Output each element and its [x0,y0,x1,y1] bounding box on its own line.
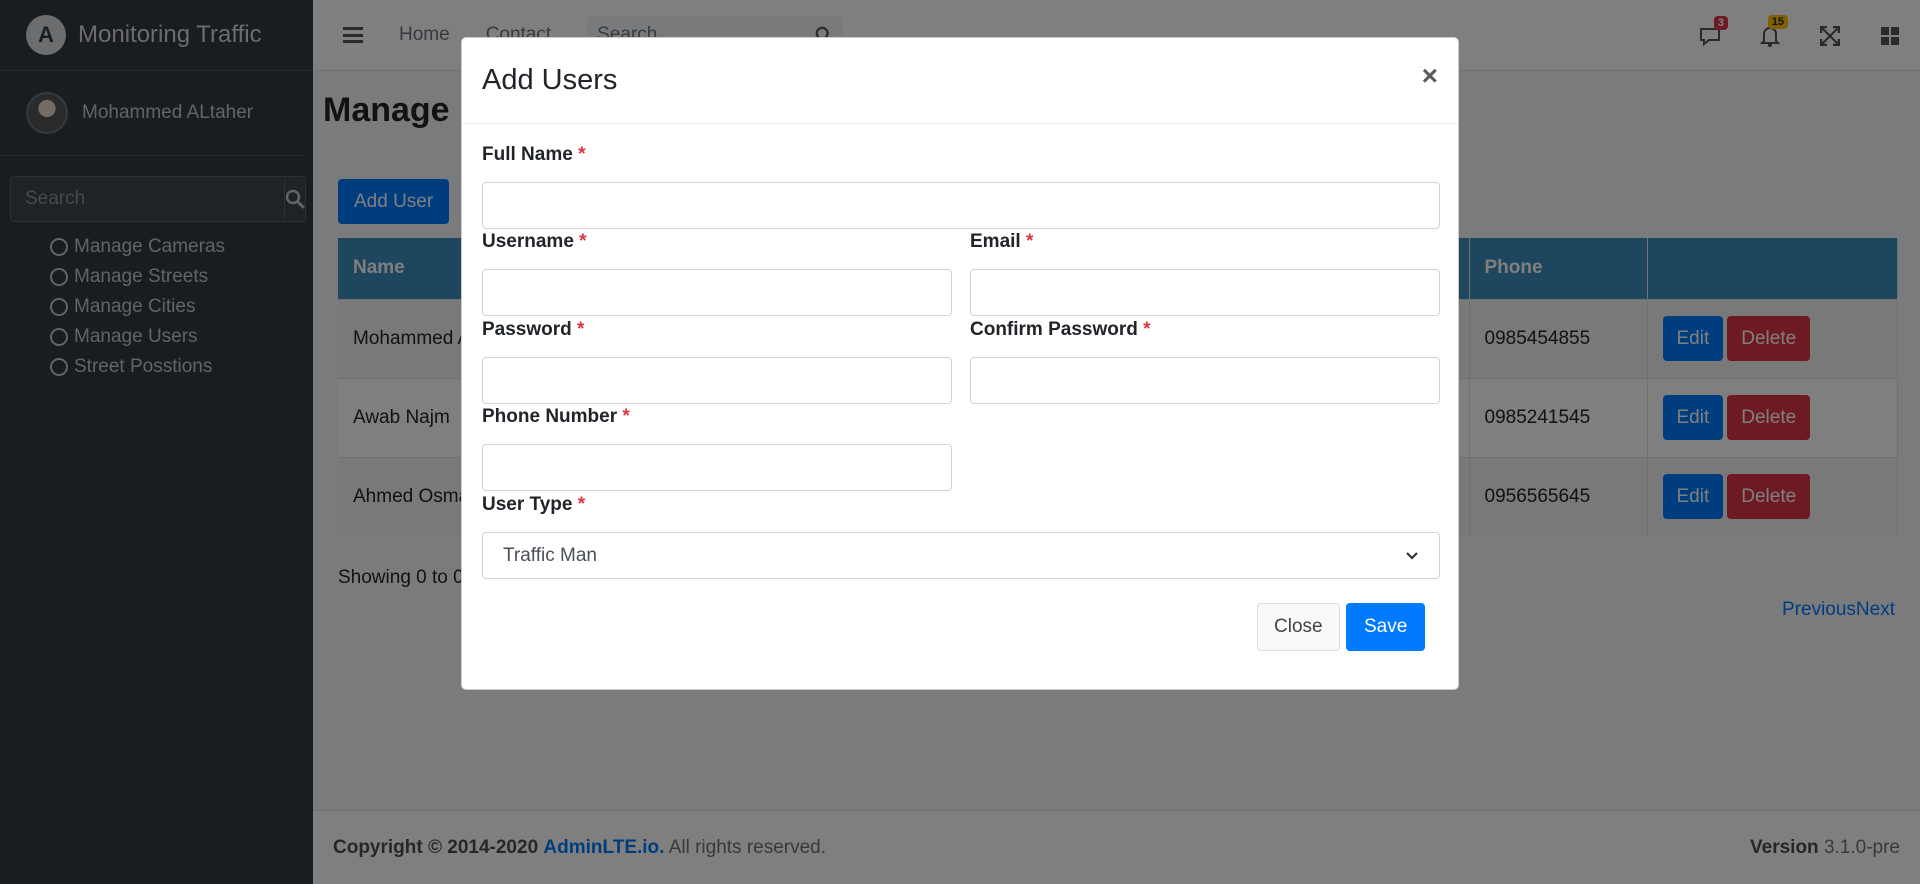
required-mark: * [1025,231,1034,252]
email-input[interactable] [970,269,1440,316]
phone-number-label: Phone Number * [482,406,630,427]
required-mark: * [577,494,586,515]
username-input[interactable] [482,269,952,316]
password-label: Password * [482,319,585,340]
modal-title: Add Users [482,64,618,96]
email-label: Email * [970,231,1034,252]
required-mark: * [578,144,586,165]
required-mark: * [579,231,587,252]
modal-header: Add Users × [462,38,1458,124]
save-button[interactable]: Save [1346,603,1426,651]
password-input[interactable] [482,357,952,404]
required-mark: * [577,319,585,340]
chevron-down-icon [1406,551,1418,560]
close-icon[interactable]: × [1422,60,1438,92]
phone-number-input[interactable] [482,444,952,491]
user-type-label: User Type * [482,494,586,515]
user-type-selected: Traffic Man [503,544,597,566]
full-name-label: Full Name * [482,144,586,165]
confirm-password-label: Confirm Password * [970,319,1151,340]
confirm-password-input[interactable] [970,357,1440,404]
username-label: Username * [482,231,587,252]
required-mark: * [1143,319,1151,340]
full-name-input[interactable] [482,182,1440,229]
required-mark: * [622,406,630,427]
user-type-select[interactable]: Traffic Man [482,532,1440,579]
add-users-modal: Add Users × Full Name * Username * Email… [461,37,1459,690]
close-button[interactable]: Close [1257,603,1340,651]
